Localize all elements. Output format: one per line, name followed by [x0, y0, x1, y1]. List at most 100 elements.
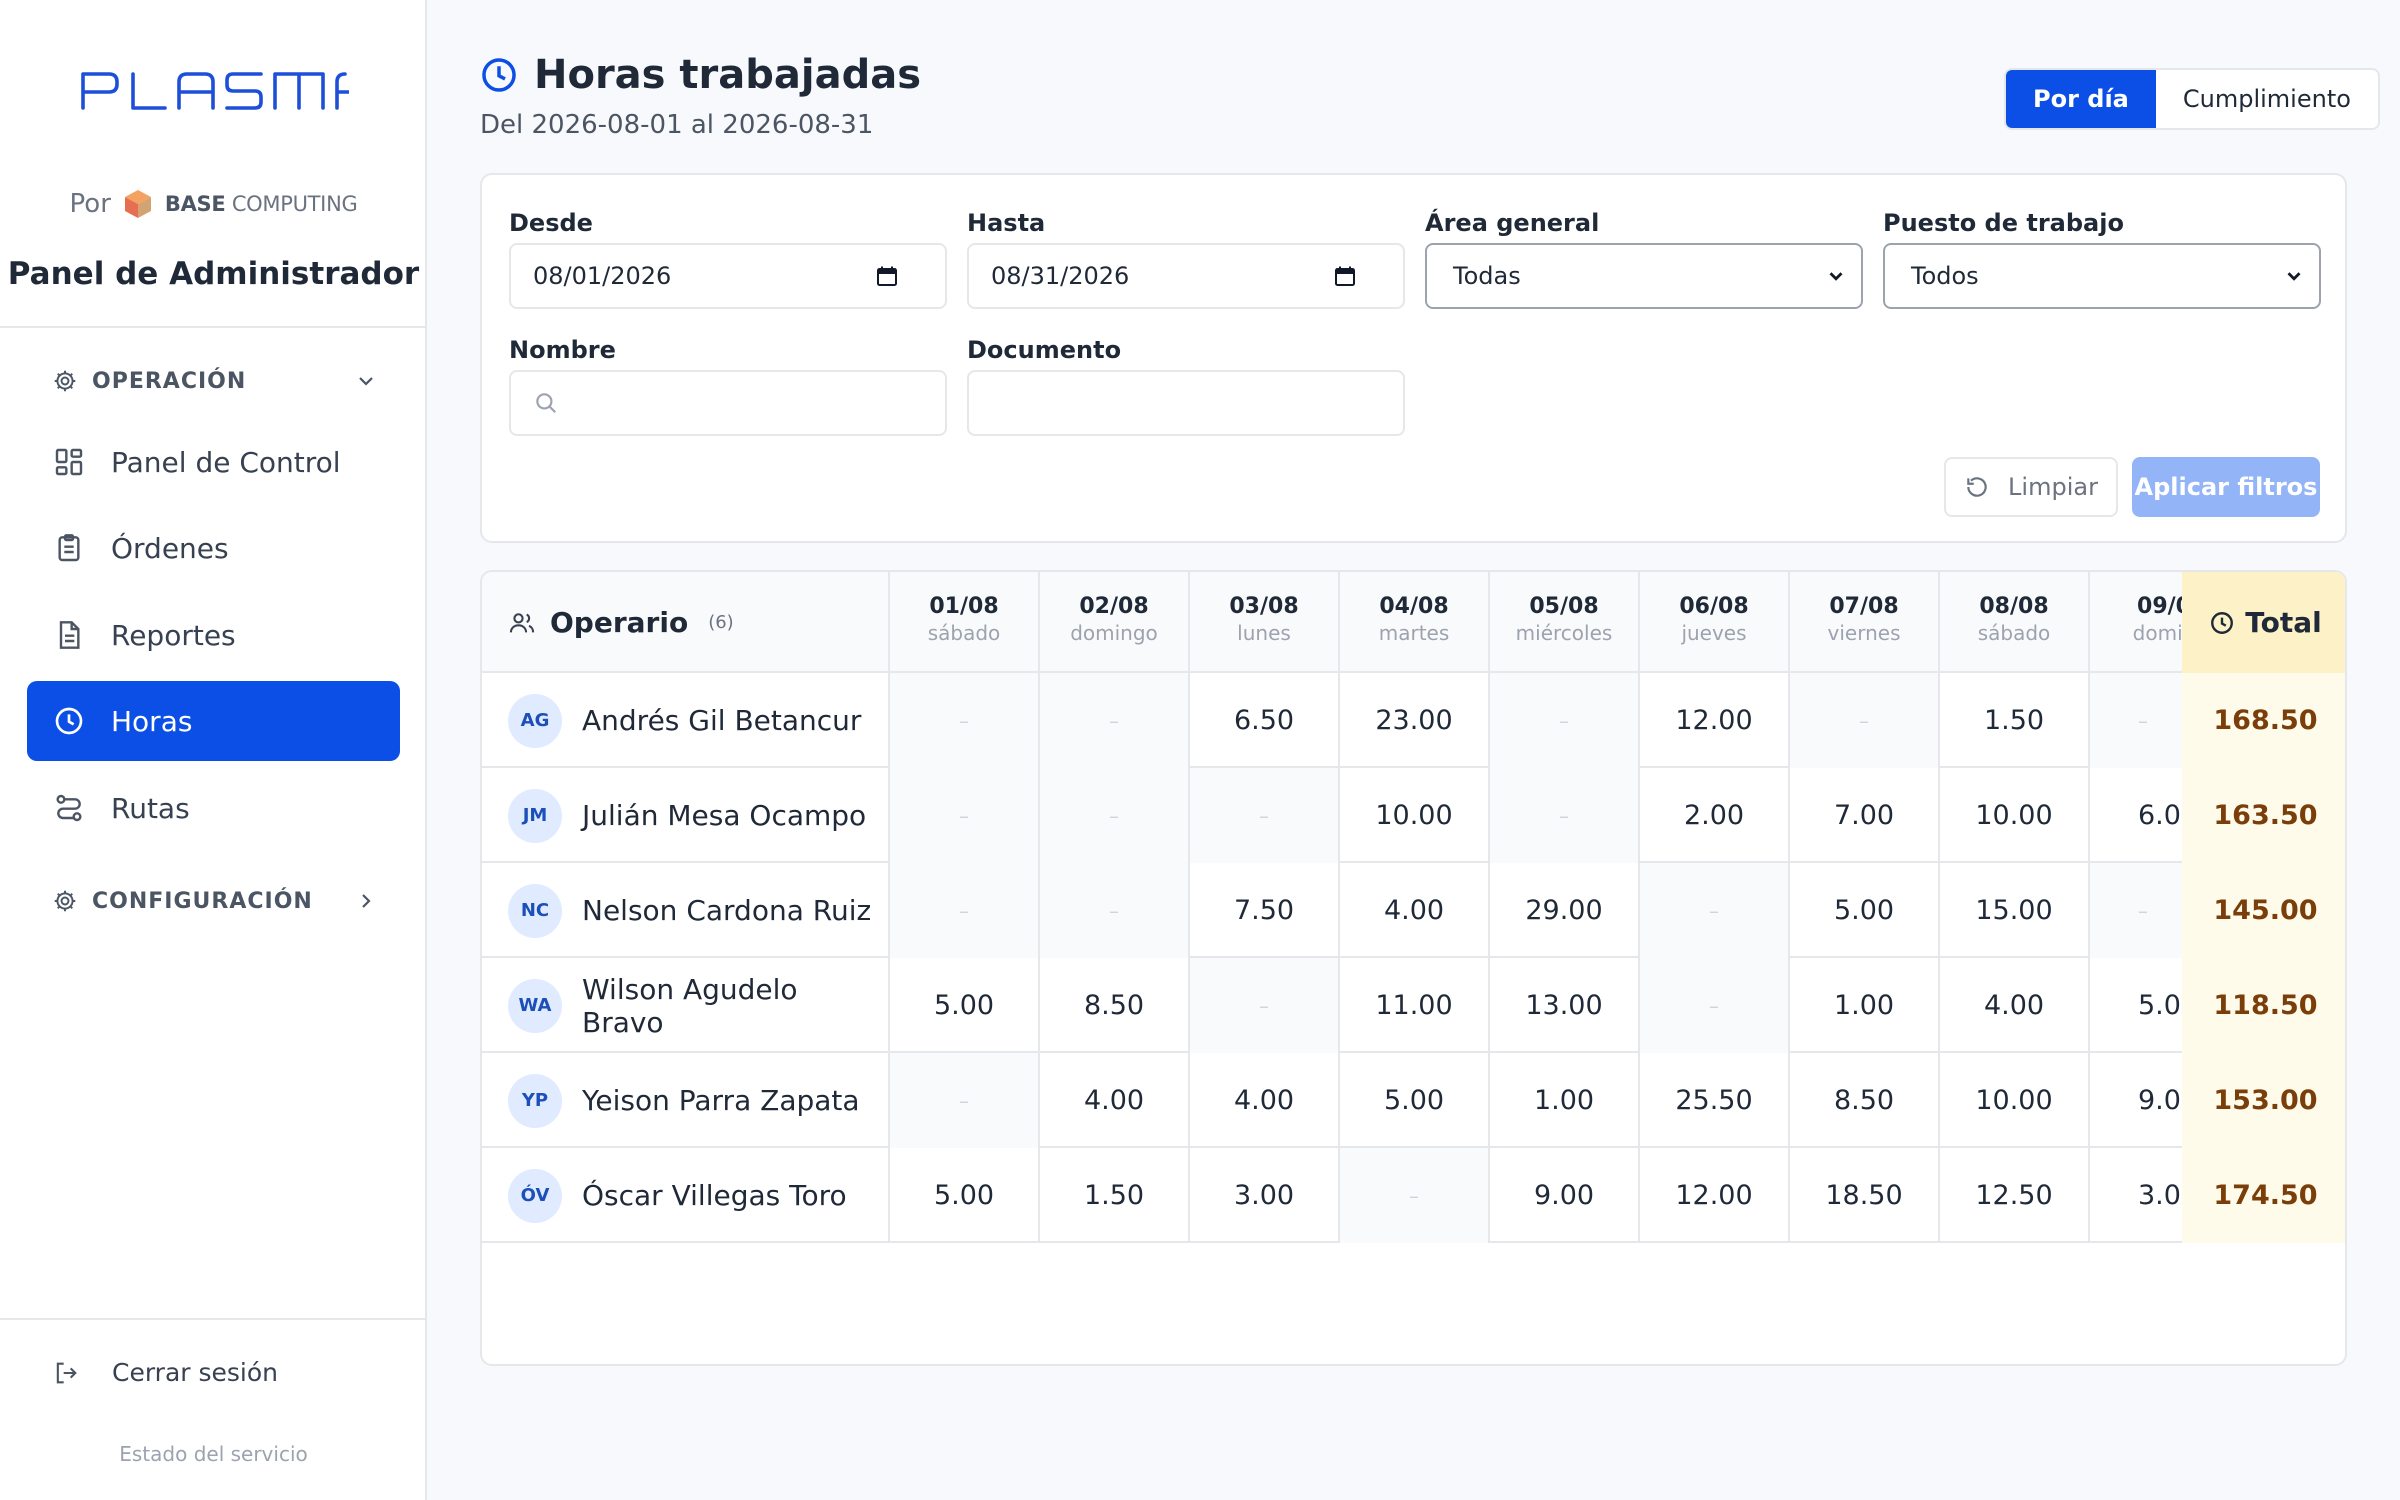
sidebar-item-panel-de-control[interactable]: Panel de Control — [27, 422, 400, 502]
chevron-down-icon — [1829, 272, 1843, 281]
hours-cell: 8.50 — [1790, 1053, 1940, 1148]
operario-cell: WA Wilson Agudelo Bravo — [482, 958, 890, 1053]
chevron-down-icon — [359, 377, 373, 386]
empty-hours-cell: – — [890, 673, 1040, 768]
hours-cell: 1.00 — [1490, 1053, 1640, 1148]
hours-cell: 1.00 — [1790, 958, 1940, 1053]
hours-cell: 5.00 — [890, 958, 1040, 1053]
page-title: Horas trabajadas — [480, 52, 921, 98]
avatar: YP — [508, 1073, 562, 1128]
day-weekday: domingo — [1070, 621, 1158, 645]
logout-button[interactable]: Cerrar sesión — [52, 1358, 278, 1387]
table-row[interactable]: YP Yeison Parra Zapata –4.00 4.00 5.00 1.00 25… — [482, 1053, 2345, 1148]
page-title-text: Horas trabajadas — [534, 52, 922, 98]
day-weekday: viernes — [1827, 621, 1901, 645]
total-hours-cell: 174.50 — [2182, 1148, 2345, 1243]
avatar: AG — [508, 693, 562, 748]
clock-icon — [482, 58, 516, 92]
total-column-header[interactable]: Total — [2182, 572, 2345, 673]
service-status-link[interactable]: Estado del servicio — [0, 1442, 427, 1466]
section-configuracion-label: CONFIGURACIÓN — [92, 888, 313, 914]
section-operacion[interactable]: OPERACIÓN — [52, 368, 378, 394]
calendar-icon[interactable] — [1333, 264, 1357, 288]
table-row[interactable]: JM Julián Mesa Ocampo – – –10.00–2.00 7.00 10.… — [482, 768, 2345, 863]
day-weekday: sábado — [1977, 621, 2051, 645]
hours-cell: 10.00 — [1340, 768, 1490, 863]
sidebar-item-label: Horas — [111, 704, 193, 738]
area-general-select[interactable]: Todas — [1425, 243, 1863, 309]
puesto-select[interactable]: Todos — [1883, 243, 2321, 309]
day-date: 08/08 — [1979, 594, 2049, 619]
operario-cell: JM Julián Mesa Ocampo — [482, 768, 890, 863]
sidebar-item-label: Órdenes — [111, 531, 229, 565]
day-date: 01/08 — [929, 594, 999, 619]
operario-name: Wilson Agudelo Bravo — [581, 972, 798, 1039]
hours-cell: 2.00 — [1640, 768, 1790, 863]
route-icon — [56, 794, 82, 822]
documento-input[interactable] — [967, 370, 1405, 436]
hours-cell: 7.00 — [1790, 768, 1940, 863]
hasta-value: 08/31/2026 — [991, 262, 1130, 290]
sidebar-bottom-divider — [0, 1318, 427, 1320]
hours-cell: 9.00 — [1490, 1148, 1640, 1243]
sidebar-item-reportes[interactable]: Reportes — [27, 595, 400, 675]
plasma-logo[interactable] — [0, 68, 427, 116]
hours-cell: 6.50 — [1190, 673, 1340, 768]
table-row[interactable]: ÓV Óscar Villegas Toro 5.00 1.50 3.00–9.00 12… — [482, 1148, 2345, 1243]
toggle-por-dia[interactable]: Por día — [2006, 70, 2156, 128]
chevron-right-icon — [362, 894, 371, 908]
hasta-date-input[interactable]: 08/31/2026 — [967, 243, 1405, 309]
chevron-down-icon — [2287, 272, 2301, 281]
nombre-label: Nombre — [509, 336, 616, 364]
apply-filters-button[interactable]: Aplicar filtros — [2132, 457, 2320, 517]
empty-hours-cell: – — [890, 1053, 1040, 1148]
operario-name: Yeison Parra Zapata — [582, 1084, 860, 1117]
day-column-header: 01/08 sábado — [890, 572, 1040, 673]
day-weekday: sábado — [927, 621, 1001, 645]
table-row[interactable]: WA Wilson Agudelo Bravo 5.00 8.50–11.00 13.0… — [482, 958, 2345, 1053]
sidebar-item-ordenes[interactable]: Órdenes — [27, 508, 400, 588]
hours-cell: 15.00 — [1940, 863, 2090, 958]
document-icon — [59, 621, 80, 649]
dashboard-icon — [55, 448, 83, 476]
gear-icon — [54, 370, 76, 392]
clear-filters-button[interactable]: Limpiar — [1944, 457, 2118, 517]
desde-date-input[interactable]: 08/01/2026 — [509, 243, 947, 309]
nombre-search-input[interactable] — [509, 370, 947, 436]
day-date: 06/08 — [1679, 594, 1749, 619]
hours-cell: 25.50 — [1640, 1053, 1790, 1148]
empty-hours-cell: – — [1490, 768, 1640, 863]
hours-cell: 13.00 — [1490, 958, 1640, 1053]
por-label: Por — [69, 189, 111, 219]
operario-label: Operario — [550, 606, 689, 639]
day-date: 02/08 — [1079, 594, 1149, 619]
hours-cell: 5.00 — [1790, 863, 1940, 958]
table-row[interactable]: AG Andrés Gil Betancur – –6.50 23.00–12.00–1… — [482, 673, 2345, 768]
empty-hours-cell: – — [1040, 673, 1190, 768]
day-date: 04/08 — [1379, 594, 1449, 619]
calendar-icon[interactable] — [875, 264, 899, 288]
base-computing-cube-icon — [124, 190, 151, 218]
table-row[interactable]: NC Nelson Cardona Ruiz – –7.50 4.00 29.00–5.0… — [482, 863, 2345, 958]
day-column-header: 06/08 jueves — [1640, 572, 1790, 673]
sidebar-item-rutas[interactable]: Rutas — [27, 768, 400, 848]
operario-column-header[interactable]: Operario (6) — [482, 572, 890, 673]
day-weekday: martes — [1378, 621, 1450, 645]
hours-cell: 18.50 — [1790, 1148, 1940, 1243]
logout-label: Cerrar sesión — [112, 1358, 279, 1387]
avatar: ÓV — [508, 1168, 562, 1223]
sidebar-item-label: Panel de Control — [111, 445, 341, 479]
view-toggle: Por día Cumplimiento — [2004, 68, 2380, 130]
clear-filters-label: Limpiar — [2008, 473, 2098, 501]
hours-cell: 1.50 — [1940, 673, 2090, 768]
reset-icon — [1967, 477, 1987, 497]
empty-hours-cell: – — [1040, 863, 1190, 958]
sidebar-item-label: Rutas — [111, 791, 190, 825]
clipboard-icon — [58, 534, 80, 562]
total-hours-cell: 153.00 — [2182, 1053, 2345, 1148]
toggle-cumplimiento[interactable]: Cumplimiento — [2156, 70, 2378, 128]
section-configuracion[interactable]: CONFIGURACIÓN — [52, 888, 378, 914]
day-column-header: 03/08 lunes — [1190, 572, 1340, 673]
hours-cell: 23.00 — [1340, 673, 1490, 768]
sidebar-item-horas[interactable]: Horas — [27, 681, 400, 761]
